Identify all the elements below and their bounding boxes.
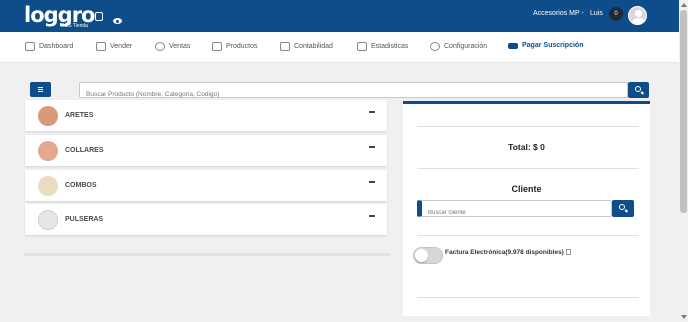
category-item-pulseras[interactable]: PULSERAS: [25, 204, 387, 235]
nav-productos-label: Productos: [226, 43, 258, 50]
nav-vender-label: Vender: [110, 43, 133, 50]
category-menu-button[interactable]: [30, 82, 51, 97]
toggle-knob: [415, 249, 428, 262]
nav-dashboard-label: Dashboard: [39, 43, 74, 50]
nav-dashboard[interactable]: Dashboard: [25, 42, 73, 51]
dollar-icon: [155, 42, 165, 51]
book-icon: [280, 42, 290, 51]
logo-badge: [95, 12, 104, 21]
menu-icon-line: [38, 89, 43, 90]
nav-contabilidad-label: Contabilidad: [294, 43, 333, 50]
client-search-button[interactable]: [612, 200, 634, 217]
nav-pagar-suscripcion[interactable]: Pagar Suscripción: [508, 42, 583, 49]
divider: [417, 126, 639, 127]
collapse-icon[interactable]: [369, 181, 375, 183]
product-search-button[interactable]: [628, 82, 649, 98]
gear-icon: [430, 42, 440, 51]
divider: [417, 235, 639, 236]
nav-ventas[interactable]: Ventas: [155, 42, 190, 51]
client-search: [417, 200, 612, 221]
product-search: [79, 82, 628, 102]
loggro-logo[interactable]: loggro POS Tienda: [24, 4, 104, 29]
nav-pagar-label: Pagar Suscripción: [522, 42, 584, 49]
divider: [417, 168, 639, 169]
category-image: [38, 176, 58, 196]
nav-configuracion[interactable]: Configuración: [430, 42, 487, 51]
category-label: ARETES: [65, 112, 94, 119]
dashboard-icon: [25, 42, 35, 51]
category-label: PULSERAS: [65, 216, 104, 223]
category-label: COMBOS: [65, 182, 97, 189]
nav-configuracion-label: Configuración: [444, 43, 488, 50]
nav-estadisticas-label: Estadisticas: [371, 43, 409, 50]
category-image: [38, 141, 58, 161]
nav-vender[interactable]: Vender: [96, 42, 132, 51]
bar-chart-icon: [357, 42, 367, 51]
nav-ventas-label: Ventas: [169, 43, 191, 50]
category-list: ARETES COLLARES COMBOS PULSERAS: [24, 100, 390, 256]
search-icon: [619, 204, 625, 210]
category-item-collares[interactable]: COLLARES: [25, 135, 387, 166]
store-selector[interactable]: Accesorios MP -: [533, 10, 584, 17]
collapse-icon[interactable]: [369, 111, 375, 113]
cart-icon: [96, 42, 106, 51]
collapse-icon[interactable]: [369, 215, 375, 217]
cart-panel: Total: $ 0 Cliente Factura Electrónica(9…: [403, 101, 650, 316]
scroll-down-arrow-icon[interactable]: [681, 315, 687, 319]
menu-icon-line: [38, 91, 43, 92]
factura-text: Factura Electrónica(9.978 disponibles): [445, 249, 564, 256]
menu-icon-line: [38, 87, 43, 88]
document-icon: [565, 249, 571, 255]
user-name[interactable]: Luis: [590, 10, 603, 17]
page-scrollbar[interactable]: [679, 0, 688, 322]
basket-icon: [212, 42, 222, 51]
nav-productos[interactable]: Productos: [212, 42, 258, 51]
scroll-up-arrow-icon[interactable]: [681, 3, 687, 7]
category-image: [38, 106, 58, 126]
search-icon: [635, 86, 641, 92]
collapse-icon[interactable]: [369, 146, 375, 148]
nav-contabilidad[interactable]: Contabilidad: [280, 42, 333, 51]
factura-electronica-toggle[interactable]: [413, 247, 443, 264]
client-search-input[interactable]: [422, 205, 611, 221]
eye-icon[interactable]: [113, 18, 122, 24]
scrollbar-thumb[interactable]: [680, 10, 687, 213]
avatar[interactable]: [628, 6, 647, 25]
category-label: COLLARES: [65, 147, 104, 154]
main-nav: Dashboard Vender Ventas Productos Contab…: [0, 32, 679, 63]
nav-estadisticas[interactable]: Estadisticas: [357, 42, 408, 51]
notification-badge[interactable]: 0: [609, 7, 623, 21]
top-bar: loggro POS Tienda Accesorios MP - Luis 0: [0, 0, 679, 32]
client-title: Cliente: [511, 184, 542, 194]
category-item-aretes[interactable]: ARETES: [25, 100, 387, 131]
category-item-combos[interactable]: COMBOS: [25, 170, 387, 201]
logo-subtitle: POS Tienda: [61, 23, 88, 29]
cart-total: Total: $ 0: [508, 142, 545, 152]
credit-card-icon: [508, 42, 518, 49]
factura-electronica-label: Factura Electrónica(9.978 disponibles): [445, 249, 571, 256]
category-image: [38, 210, 58, 230]
divider: [417, 297, 639, 298]
